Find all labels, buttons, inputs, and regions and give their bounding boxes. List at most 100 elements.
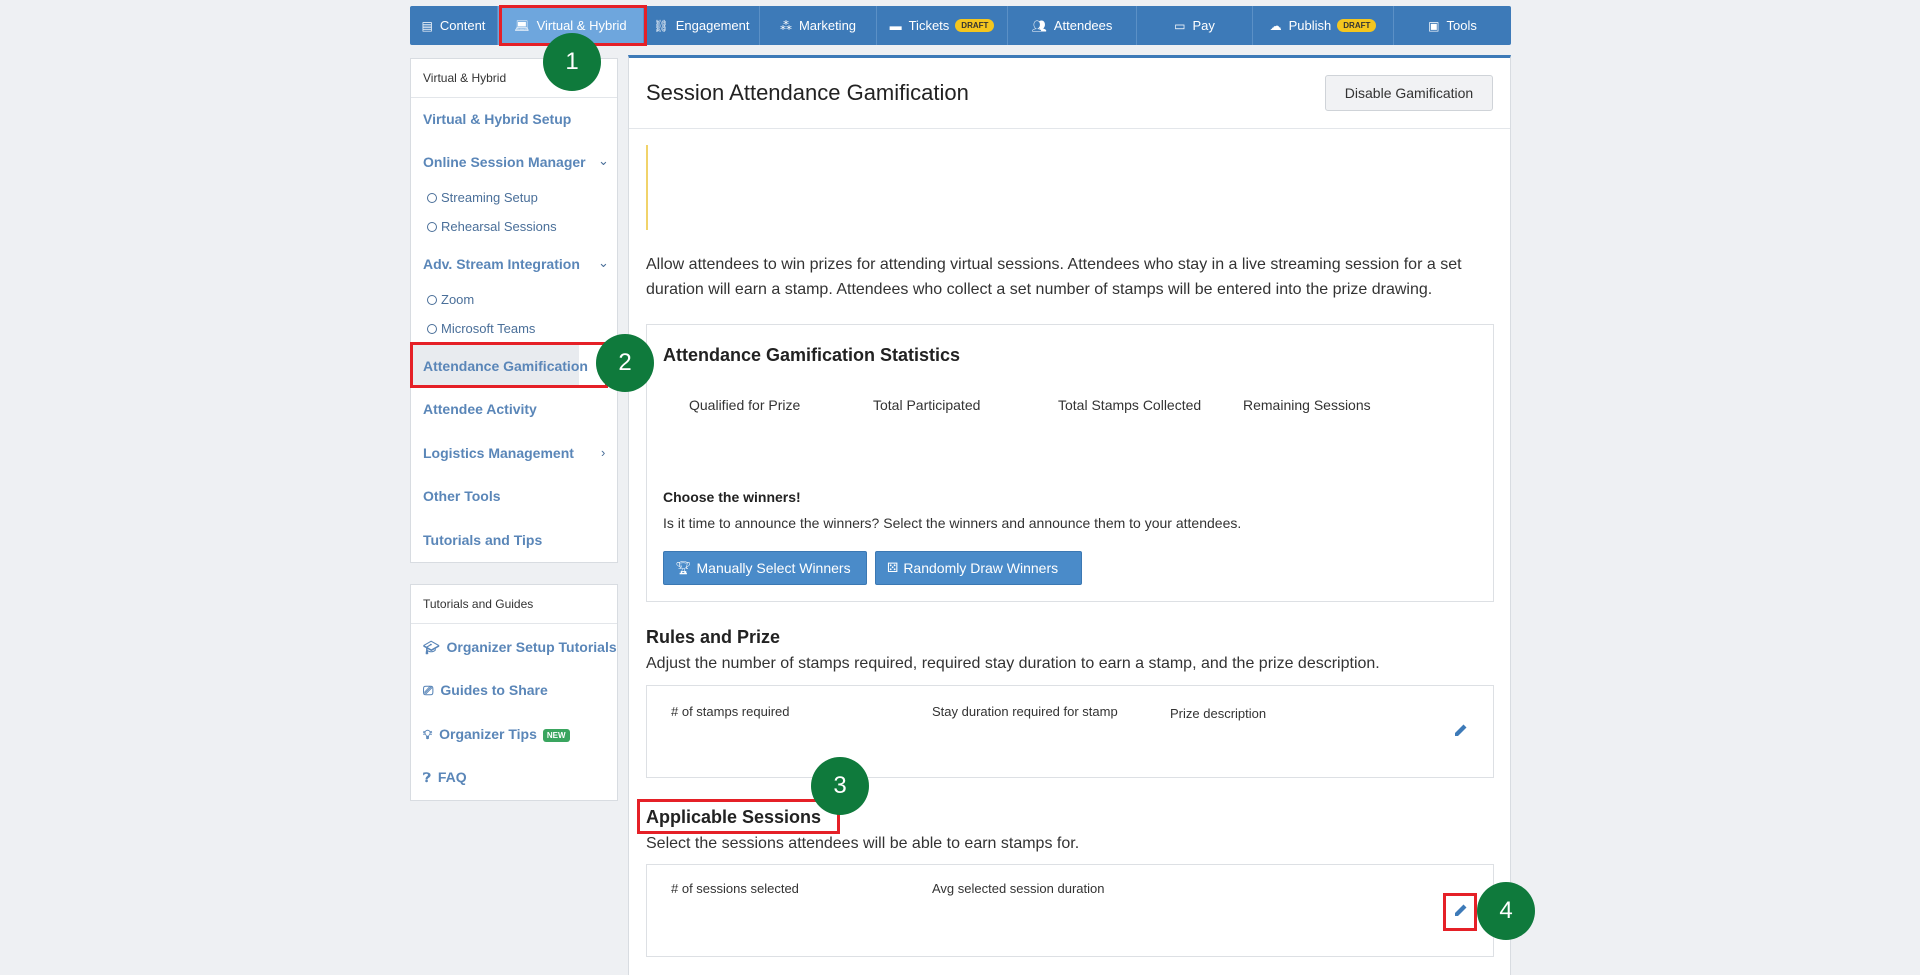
presentation-icon: ⎚ xyxy=(423,683,434,698)
sidebar-item-attendee-activity[interactable]: Attendee Activity xyxy=(423,401,537,417)
circle-icon xyxy=(427,221,437,232)
col-prize-description: Prize description xyxy=(1170,706,1267,721)
stat-qualified-label: Qualified for Prize xyxy=(689,397,801,413)
chevron-right-icon[interactable]: › xyxy=(601,445,605,460)
tab-tools[interactable]: ▣ Tools xyxy=(1394,6,1511,45)
tab-engagement[interactable]: ⛓ Engagement xyxy=(644,6,760,45)
sidebar-item-other-tools[interactable]: Other Tools xyxy=(423,488,501,504)
randomly-draw-winners-button[interactable]: ⚄ Randomly Draw Winners xyxy=(875,551,1082,585)
toolbox-icon: ▣ xyxy=(1428,18,1440,33)
tab-label: Content xyxy=(439,18,486,33)
credit-card-icon: ▭ xyxy=(1174,18,1186,33)
tab-label: Marketing xyxy=(798,18,857,33)
edit-rules-pencil-icon[interactable] xyxy=(1450,719,1472,741)
tab-label: Attendees xyxy=(1053,18,1113,33)
sidebar-panel: Virtual & Hybrid Virtual & Hybrid Setup … xyxy=(410,58,618,563)
newspaper-icon: ▤ xyxy=(421,18,433,33)
people-group-icon: ⁂ xyxy=(779,18,792,33)
stat-participated-label: Total Participated xyxy=(873,397,981,413)
users-icon: 👥︎ xyxy=(1031,18,1047,33)
col-stay-duration: Stay duration required for stamp xyxy=(932,704,1118,719)
rules-title: Rules and Prize xyxy=(646,627,781,647)
guides-panel: Tutorials and Guides 🎓︎ Organizer Setup T… xyxy=(410,584,618,801)
chevron-down-icon[interactable]: ⌄ xyxy=(598,255,609,271)
col-avg-session-duration: Avg selected session duration xyxy=(932,881,1105,896)
choose-winners-title: Choose the winners! xyxy=(663,489,801,505)
guide-guides-to-share[interactable]: ⎚ Guides to Share xyxy=(423,682,548,699)
intro-text: Allow attendees to win prizes for attend… xyxy=(646,256,1462,298)
choose-winners-desc: Is it time to announce the winners? Sele… xyxy=(663,515,1242,531)
circle-icon xyxy=(427,323,437,334)
guide-organizer-setup-tutorials[interactable]: 🎓︎ Organizer Setup Tutorials xyxy=(423,639,617,656)
sidebar-subitem-streaming-setup[interactable]: Streaming Setup xyxy=(427,190,538,205)
tab-label: Pay xyxy=(1192,18,1215,33)
statistics-box: Attendance Gamification Statistics Quali… xyxy=(646,324,1494,602)
guide-organizer-tips[interactable]: 💡︎ Organizer Tips NEW xyxy=(423,726,570,743)
page-title: Session Attendance Gamification xyxy=(646,80,969,105)
disable-gamification-button[interactable]: Disable Gamification xyxy=(1325,75,1493,111)
tab-tickets[interactable]: ▬ Tickets DRAFT xyxy=(877,6,1008,45)
question-circle-icon: ❓︎ xyxy=(423,770,431,785)
dice-icon: ⚄ xyxy=(887,560,899,575)
sidebar-subitem-rehearsal-sessions[interactable]: Rehearsal Sessions xyxy=(427,219,557,234)
tab-label: Publish xyxy=(1288,18,1332,33)
guide-label: FAQ xyxy=(437,769,467,785)
sidebar-subitem-label: Streaming Setup xyxy=(441,190,538,205)
rules-desc: Adjust the number of stamps required, re… xyxy=(646,655,1380,672)
guide-label: Guides to Share xyxy=(440,682,548,698)
highlight-applicable-sessions xyxy=(637,799,840,834)
ticket-icon: ▬ xyxy=(889,18,902,33)
sidebar-subitem-microsoft-teams[interactable]: Microsoft Teams xyxy=(427,321,535,336)
graduation-cap-icon: 🎓︎ xyxy=(423,640,440,655)
trophy-icon: 🏆︎ xyxy=(675,560,692,575)
main-content: Session Attendance Gamification Disable … xyxy=(628,55,1511,975)
draft-badge: DRAFT xyxy=(955,19,995,32)
guide-faq[interactable]: ❓︎ FAQ xyxy=(423,769,467,786)
circle-icon xyxy=(427,192,437,203)
button-label: Randomly Draw Winners xyxy=(903,560,1059,576)
lightbulb-icon: 💡︎ xyxy=(423,727,433,742)
tab-marketing[interactable]: ⁂ Marketing xyxy=(760,6,877,45)
sidebar-subitem-label: Zoom xyxy=(441,292,475,307)
sidebar-item-adv-stream-integration[interactable]: Adv. Stream Integration xyxy=(423,256,580,272)
cloud-upload-icon: ☁ xyxy=(1269,18,1282,33)
sidebar-item-virtual-hybrid-setup[interactable]: Virtual & Hybrid Setup xyxy=(423,111,571,127)
network-icon: ⛓ xyxy=(653,18,669,33)
tab-pay[interactable]: ▭ Pay xyxy=(1137,6,1253,45)
manually-select-winners-button[interactable]: 🏆︎ Manually Select Winners xyxy=(663,551,867,585)
guides-header: Tutorials and Guides xyxy=(411,585,617,624)
rules-box: # of stamps required Stay duration requi… xyxy=(646,685,1494,778)
stat-stamps-label: Total Stamps Collected xyxy=(1058,397,1202,413)
step-badge-2: 2 xyxy=(596,334,654,392)
step-badge-1: 1 xyxy=(543,33,601,91)
sidebar-item-online-session-manager[interactable]: Online Session Manager xyxy=(423,154,586,170)
chevron-down-icon[interactable]: ⌄ xyxy=(598,153,609,169)
col-sessions-selected: # of sessions selected xyxy=(671,881,799,896)
sidebar-subitem-label: Rehearsal Sessions xyxy=(441,219,557,234)
tab-label: Tools xyxy=(1446,18,1477,33)
draft-badge: DRAFT xyxy=(1337,19,1377,32)
sessions-box: # of sessions selected Avg selected sess… xyxy=(646,864,1494,957)
notice-bar xyxy=(646,145,648,230)
step-badge-4: 4 xyxy=(1477,882,1535,940)
step-badge-3: 3 xyxy=(811,757,869,815)
tab-attendees[interactable]: 👥︎ Attendees xyxy=(1008,6,1137,45)
guide-label: Organizer Setup Tutorials xyxy=(446,639,617,655)
sidebar-item-logistics-management[interactable]: Logistics Management xyxy=(423,445,574,461)
statistics-title: Attendance Gamification Statistics xyxy=(663,345,961,365)
tab-label: Tickets xyxy=(908,18,950,33)
stat-remaining-label: Remaining Sessions xyxy=(1243,397,1371,413)
sessions-desc: Select the sessions attendees will be ab… xyxy=(646,835,1080,852)
tab-content[interactable]: ▤ Content xyxy=(410,6,498,45)
button-label: Manually Select Winners xyxy=(696,560,851,576)
sidebar-subitem-label: Microsoft Teams xyxy=(441,321,536,336)
new-badge: NEW xyxy=(542,728,570,742)
guide-label: Organizer Tips xyxy=(439,726,537,742)
col-stamps-required: # of stamps required xyxy=(671,704,790,719)
tab-publish[interactable]: ☁ Publish DRAFT xyxy=(1253,6,1394,45)
highlight-attendance-gamification xyxy=(410,342,608,388)
highlight-edit-sessions-pencil xyxy=(1443,893,1477,931)
divider xyxy=(629,128,1510,129)
sidebar-item-tutorials-tips[interactable]: Tutorials and Tips xyxy=(423,532,542,548)
sidebar-subitem-zoom[interactable]: Zoom xyxy=(427,292,474,307)
